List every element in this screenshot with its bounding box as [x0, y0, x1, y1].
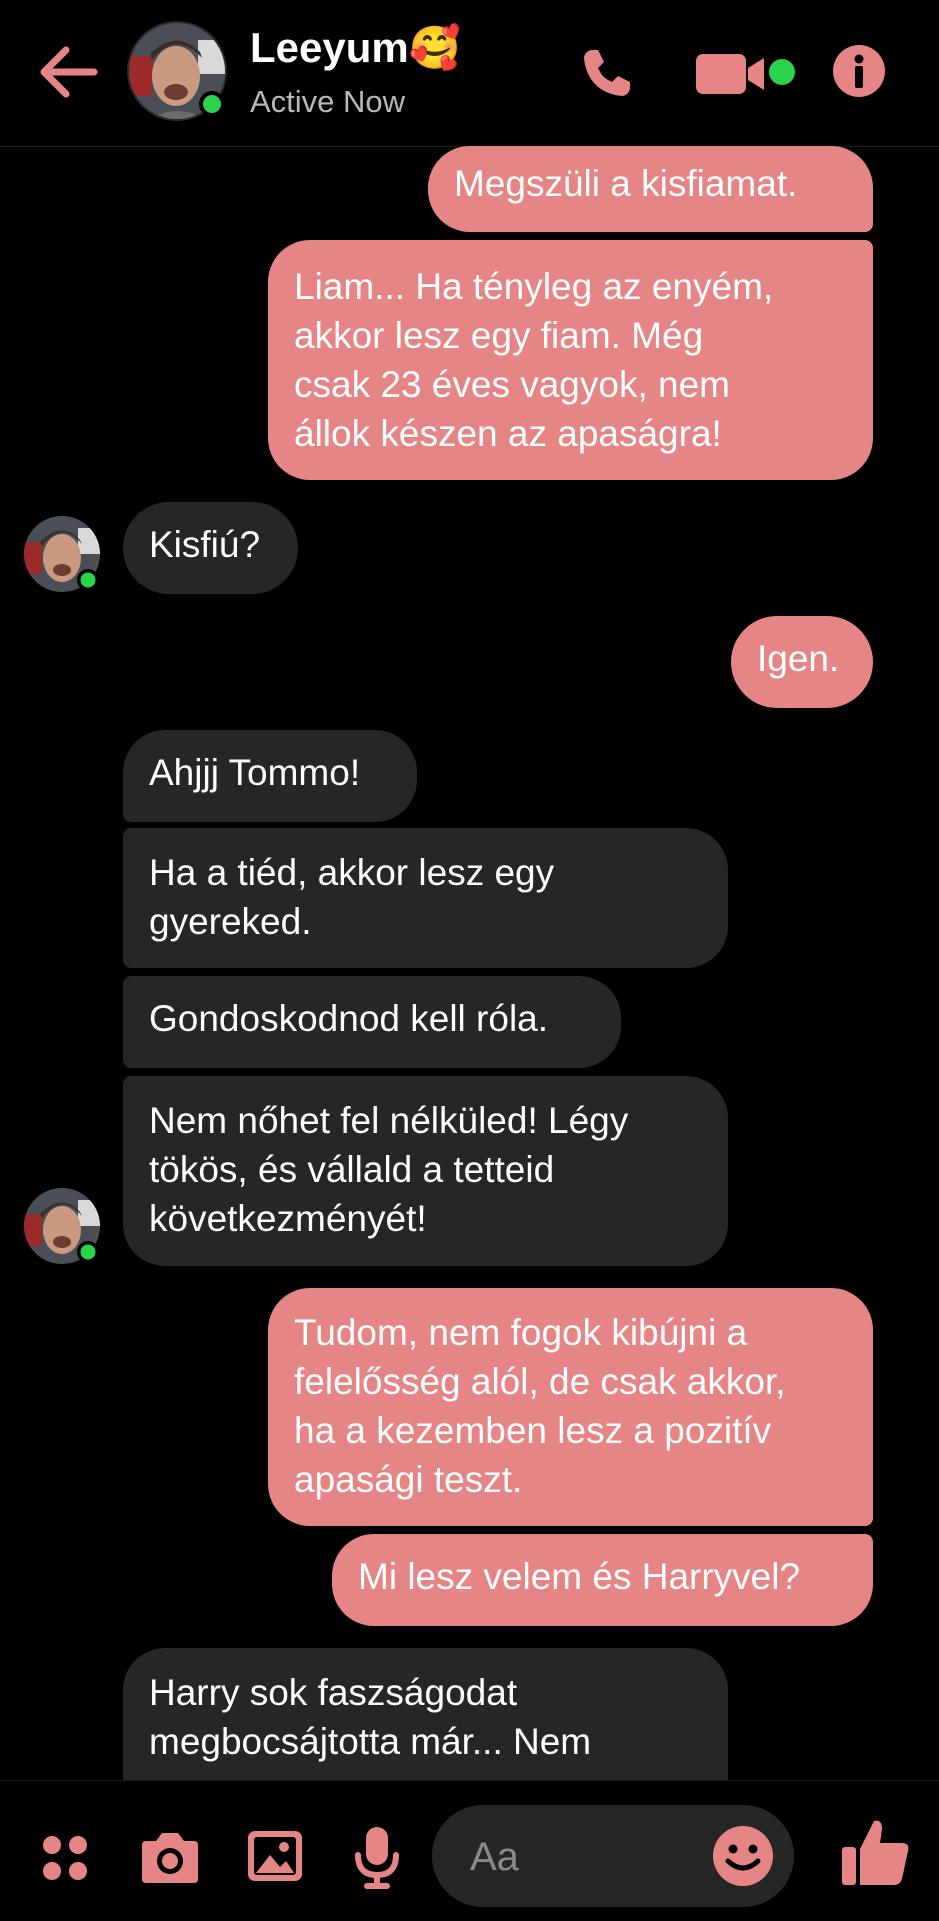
message-bubble-received[interactable]: Ha a tiéd, akkor lesz egy gyereked. — [123, 828, 728, 968]
message-bubble-received[interactable]: Kisfiú? — [123, 502, 298, 594]
chat-header: Leeyum🥰 Active Now — [0, 0, 939, 147]
avatar[interactable] — [22, 514, 102, 594]
message-input-placeholder: Aa — [470, 1835, 519, 1879]
message-bubble-sent[interactable]: Tudom, nem fogok kibújni a felelősség al… — [268, 1288, 873, 1526]
phone-icon[interactable] — [580, 46, 634, 100]
arrow-left-icon[interactable] — [38, 44, 98, 100]
message-bubble-sent[interactable]: Megszüli a kisfiamat. — [428, 146, 873, 232]
message-input[interactable]: Aa — [432, 1805, 794, 1907]
message-bubble-sent[interactable]: Liam... Ha tényleg az enyém, akkor lesz … — [268, 240, 873, 480]
camera-icon[interactable] — [138, 1831, 202, 1885]
message-composer: Aa — [0, 1780, 939, 1921]
message-bubble-sent[interactable]: Igen. — [731, 616, 873, 708]
message-bubble-received[interactable]: Ahjjj Tommo! — [123, 730, 417, 822]
message-bubble-sent[interactable]: Mi lesz velem és Harryvel? — [332, 1534, 873, 1626]
image-icon[interactable] — [246, 1829, 304, 1883]
avatar[interactable] — [22, 1186, 102, 1266]
video-camera-icon[interactable] — [694, 50, 798, 98]
active-status: Active Now — [250, 84, 406, 119]
avatar[interactable] — [126, 20, 228, 122]
message-bubble-received[interactable]: Gondoskodnod kell róla. — [123, 976, 621, 1068]
microphone-icon[interactable] — [352, 1825, 402, 1891]
contact-name[interactable]: Leeyum🥰 — [250, 24, 461, 73]
thumbs-up-icon[interactable] — [838, 1815, 912, 1889]
message-bubble-received[interactable]: Nem nőhet fel nélküled! Légy tökös, és v… — [123, 1076, 728, 1266]
info-icon[interactable] — [832, 44, 886, 98]
grid-dots-icon[interactable] — [40, 1833, 90, 1883]
smiley-icon[interactable] — [712, 1825, 774, 1887]
